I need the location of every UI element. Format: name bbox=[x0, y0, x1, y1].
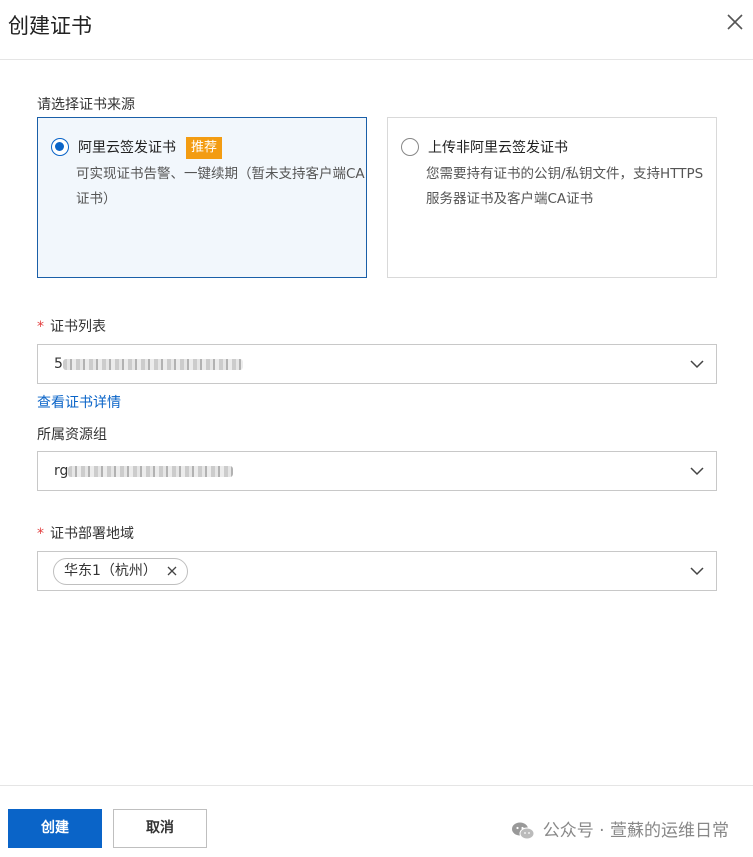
view-cert-details-link[interactable]: 查看证书详情 bbox=[37, 392, 121, 412]
remove-tag-icon[interactable] bbox=[167, 566, 177, 576]
watermark: 公众号 · 萱蘇的运维日常 bbox=[511, 816, 729, 841]
cert-list-label-text: 证书列表 bbox=[50, 319, 106, 335]
redacted-value bbox=[62, 358, 243, 370]
option-title-text: 阿里云签发证书 bbox=[78, 140, 176, 156]
option-description: 可实现证书告警、一键续期（暂未支持客户端CA证书） bbox=[76, 166, 365, 207]
dialog-footer: 创建 取消 公众号 · 萱蘇的运维日常 bbox=[0, 785, 753, 857]
cert-list-select[interactable]: 5 bbox=[37, 344, 717, 384]
region-tag-text: 华东1（杭州） bbox=[64, 563, 157, 579]
required-mark: * bbox=[37, 319, 44, 335]
option-upload-non-aliyun[interactable]: 上传非阿里云签发证书 您需要持有证书的公钥/私钥文件，支持HTTPS服务器证书及… bbox=[387, 117, 717, 278]
close-icon[interactable] bbox=[725, 12, 745, 32]
dialog-title: 创建证书 bbox=[8, 14, 92, 38]
chevron-down-icon[interactable] bbox=[689, 463, 705, 479]
cert-list-label: * 证书列表 bbox=[37, 316, 106, 336]
wechat-icon bbox=[511, 822, 535, 840]
required-mark: * bbox=[37, 526, 44, 542]
chevron-down-icon[interactable] bbox=[689, 356, 705, 372]
region-label-text: 证书部署地域 bbox=[50, 526, 134, 542]
dialog-header: 创建证书 bbox=[0, 0, 753, 60]
option-title: 阿里云签发证书 推荐 bbox=[78, 137, 223, 159]
chevron-down-icon[interactable] bbox=[689, 563, 705, 579]
cert-list-value: 5 bbox=[54, 356, 243, 372]
watermark-text: 公众号 · 萱蘇的运维日常 bbox=[542, 821, 729, 841]
region-select[interactable]: 华东1（杭州） bbox=[37, 551, 717, 591]
cert-source-label: 请选择证书来源 bbox=[37, 97, 135, 113]
option-title: 上传非阿里云签发证书 bbox=[428, 140, 568, 156]
region-tag: 华东1（杭州） bbox=[53, 558, 188, 585]
resource-group-select[interactable]: rg bbox=[37, 451, 717, 491]
redacted-value bbox=[68, 465, 234, 477]
resource-group-label: 所属资源组 bbox=[37, 427, 107, 443]
region-label: * 证书部署地域 bbox=[37, 523, 134, 543]
radio-aliyun-issued[interactable] bbox=[51, 138, 69, 156]
create-button[interactable]: 创建 bbox=[8, 809, 102, 848]
radio-upload-non-aliyun[interactable] bbox=[401, 138, 419, 156]
cancel-button[interactable]: 取消 bbox=[113, 809, 207, 848]
option-description: 您需要持有证书的公钥/私钥文件，支持HTTPS服务器证书及客户端CA证书 bbox=[426, 166, 704, 207]
resource-group-value-text: rg bbox=[54, 463, 69, 479]
cert-list-value-text: 5 bbox=[54, 356, 63, 372]
option-aliyun-issued[interactable]: 阿里云签发证书 推荐 可实现证书告警、一键续期（暂未支持客户端CA证书） bbox=[37, 117, 367, 278]
recommend-badge: 推荐 bbox=[186, 137, 223, 159]
resource-group-value: rg bbox=[54, 463, 234, 479]
